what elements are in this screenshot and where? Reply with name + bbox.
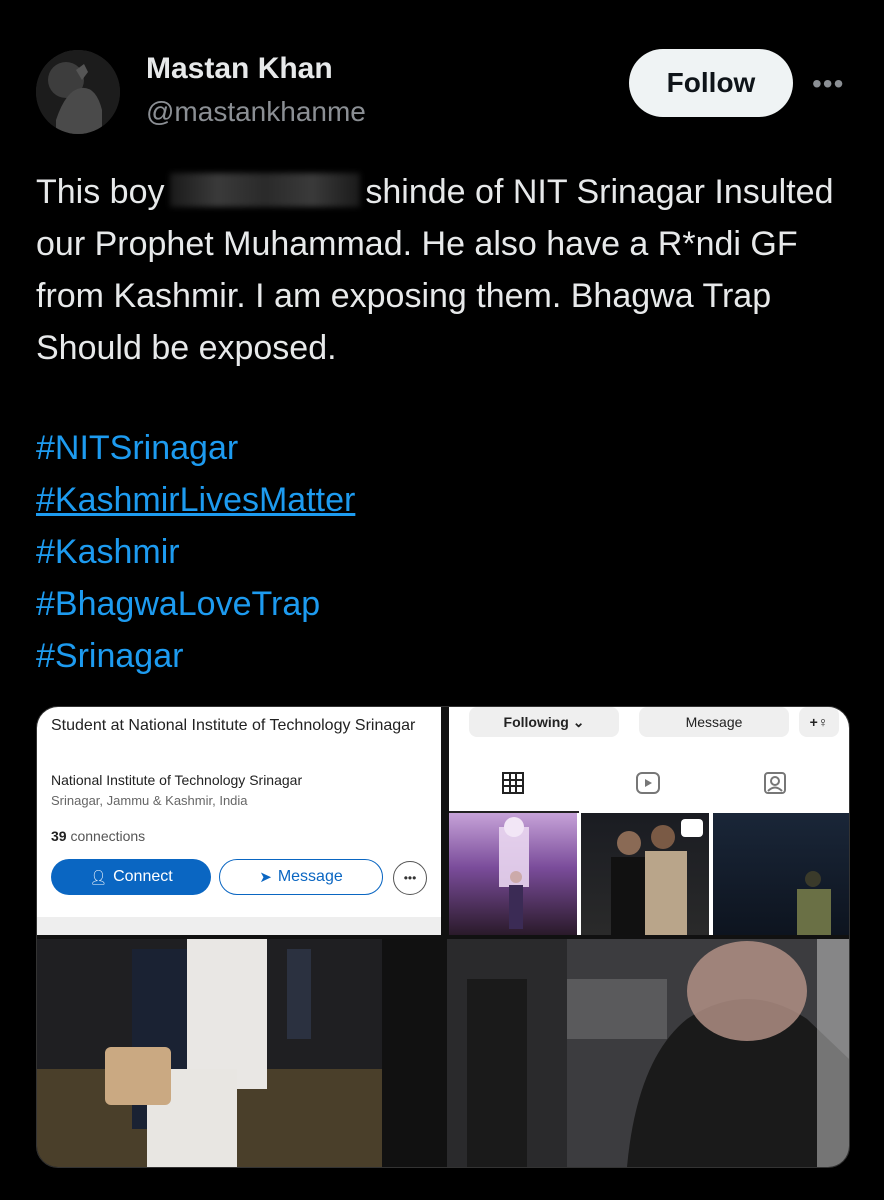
hashtag-link[interactable]: #NITSrinagar [36,422,355,474]
hashtag-link[interactable]: #BhagwaLoveTrap [36,578,355,630]
hashtag-link[interactable]: #Srinagar [36,630,355,682]
tweet-text-part1: This boy [36,173,174,211]
author-handle[interactable]: @mastankhanme [146,96,366,128]
ig-thumbnail [713,813,849,935]
follow-button[interactable]: Follow [629,49,793,117]
redacted-name [169,173,360,207]
media-grid: Student at National Institute of Technol… [36,706,850,1168]
media-image-photo[interactable] [37,939,441,1167]
divider [37,917,441,935]
linkedin-headline: Student at National Institute of Technol… [51,717,416,734]
avatar[interactable] [36,50,120,134]
linkedin-connections: 39 connections [51,828,145,844]
hashtag-list: #NITSrinagar #KashmirLivesMatter #Kashmi… [36,422,355,682]
linkedin-connections-label: connections [70,828,146,844]
send-icon: ➤ [259,869,272,886]
more-options-icon[interactable]: ••• [812,68,844,100]
reels-icon [635,771,661,801]
linkedin-location: Srinagar, Jammu & Kashmir, India [51,793,248,808]
grid-icon [501,771,525,801]
more-icon: ••• [393,861,427,895]
author-name[interactable]: Mastan Khan [146,52,333,86]
media-image-linkedin[interactable]: Student at National Institute of Technol… [37,707,441,935]
connect-icon: 👤︎ [89,868,108,885]
linkedin-org: National Institute of Technology Srinaga… [51,772,303,788]
add-person-icon: +♀︎ [799,707,839,737]
hashtag-link[interactable]: #Kashmir [36,526,355,578]
media-image-photo[interactable] [447,939,849,1167]
linkedin-connect-button: 👤︎ Connect [51,859,211,895]
tweet-text: This boy shinde of NIT Srinagar Insulted… [36,166,856,374]
hashtag-link[interactable]: #KashmirLivesMatter [36,474,355,526]
ig-message-button: Message [639,707,789,737]
media-image-instagram[interactable]: Following ⌄ Message +♀︎ [449,707,849,935]
connect-label: Connect [113,868,173,885]
ig-following-button: Following ⌄ [469,707,619,737]
ig-thumbnail [581,813,709,935]
tagged-icon [763,771,787,801]
linkedin-message-button: ➤ Message [219,859,383,895]
avatar-icon [36,50,120,134]
message-label: Message [277,868,343,885]
linkedin-connections-count: 39 [51,828,67,844]
ig-thumbnail [449,813,577,935]
